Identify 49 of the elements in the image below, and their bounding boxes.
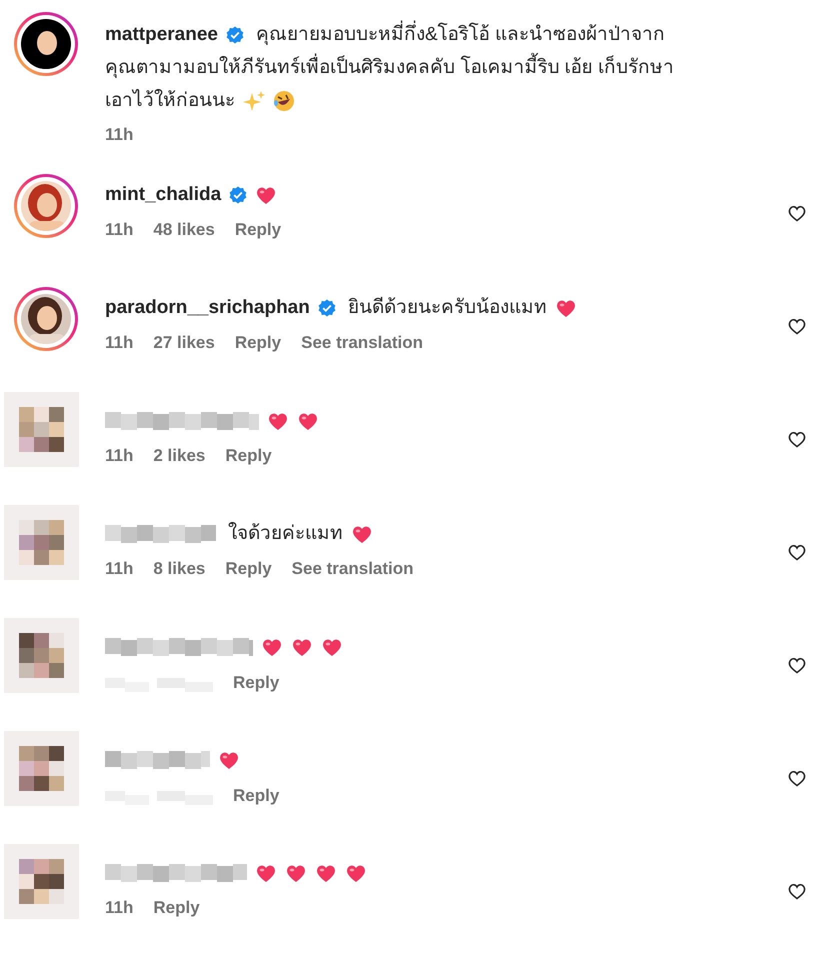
heart-icon [291,636,313,658]
meta-link[interactable]: Reply [233,673,280,693]
meta-link[interactable]: Reply [225,559,272,579]
meta-link[interactable]: 27 likes [153,333,215,353]
meta-link[interactable]: Reply [153,898,200,918]
heart-icon [345,862,367,884]
timestamp: 11h [105,446,134,466]
heart-outline-icon [788,544,806,560]
heart-icon [297,410,319,432]
heart-outline-icon [788,656,806,674]
meta-link[interactable]: 8 likes [153,559,206,579]
meta-link[interactable]: Reply [233,786,280,806]
heart-icon [554,298,577,318]
heart-icon [321,636,343,658]
username[interactable]: mint_chalida [105,184,222,206]
meta-link[interactable]: See translation [292,559,414,579]
comment-text: ยินดีด้วยนะครับน้องแมท [348,296,547,320]
heart-outline-icon [788,770,806,786]
username[interactable]: paradorn__srichaphan [105,297,310,319]
heart-icon [315,862,337,884]
comment-text: ใจด้วยค่ะแมท [228,521,343,546]
heart-icon [351,524,373,544]
heart-outline-icon [788,882,806,900]
timestamp: 11h [105,220,134,240]
heart-icon [255,862,277,884]
meta-link[interactable]: Reply [234,333,282,353]
heart-icon [267,410,289,432]
meta-link[interactable]: 48 likes [153,220,215,240]
meta-link[interactable]: 2 likes [153,446,206,466]
laughing-face-icon [273,90,295,112]
caption-text: เอาไว้ให้ก่อนนะ [105,88,235,112]
caption-text: คุณยายมอบบะหมี่กึ่ง&โอริโอ้ และนำซองผ้าป่าจาก [256,20,665,50]
meta-link[interactable]: Reply [225,446,272,466]
meta-link[interactable]: Reply [234,220,282,240]
timestamp: 11h [105,559,134,579]
timestamp: 11h [105,125,134,145]
caption-text: คุณตามามอบให้ภีรันทร์เพื่อเป็นศิริมงคลคับ โอเคมามี้ริบ เอ้ย เก็บรักษา [105,52,674,82]
heart-icon [261,636,283,658]
heart-icon [285,862,307,884]
meta-link[interactable]: See translation [301,333,423,353]
timestamp: 11h [105,898,134,918]
username[interactable]: mattperanee [105,24,218,46]
heart-outline-icon [788,430,806,448]
heart-icon [218,750,240,770]
heart-outline-icon [788,318,806,334]
heart-outline-icon [788,204,806,222]
heart-icon [255,184,278,206]
sparkles-icon [243,90,265,112]
timestamp: 11h [105,333,134,353]
